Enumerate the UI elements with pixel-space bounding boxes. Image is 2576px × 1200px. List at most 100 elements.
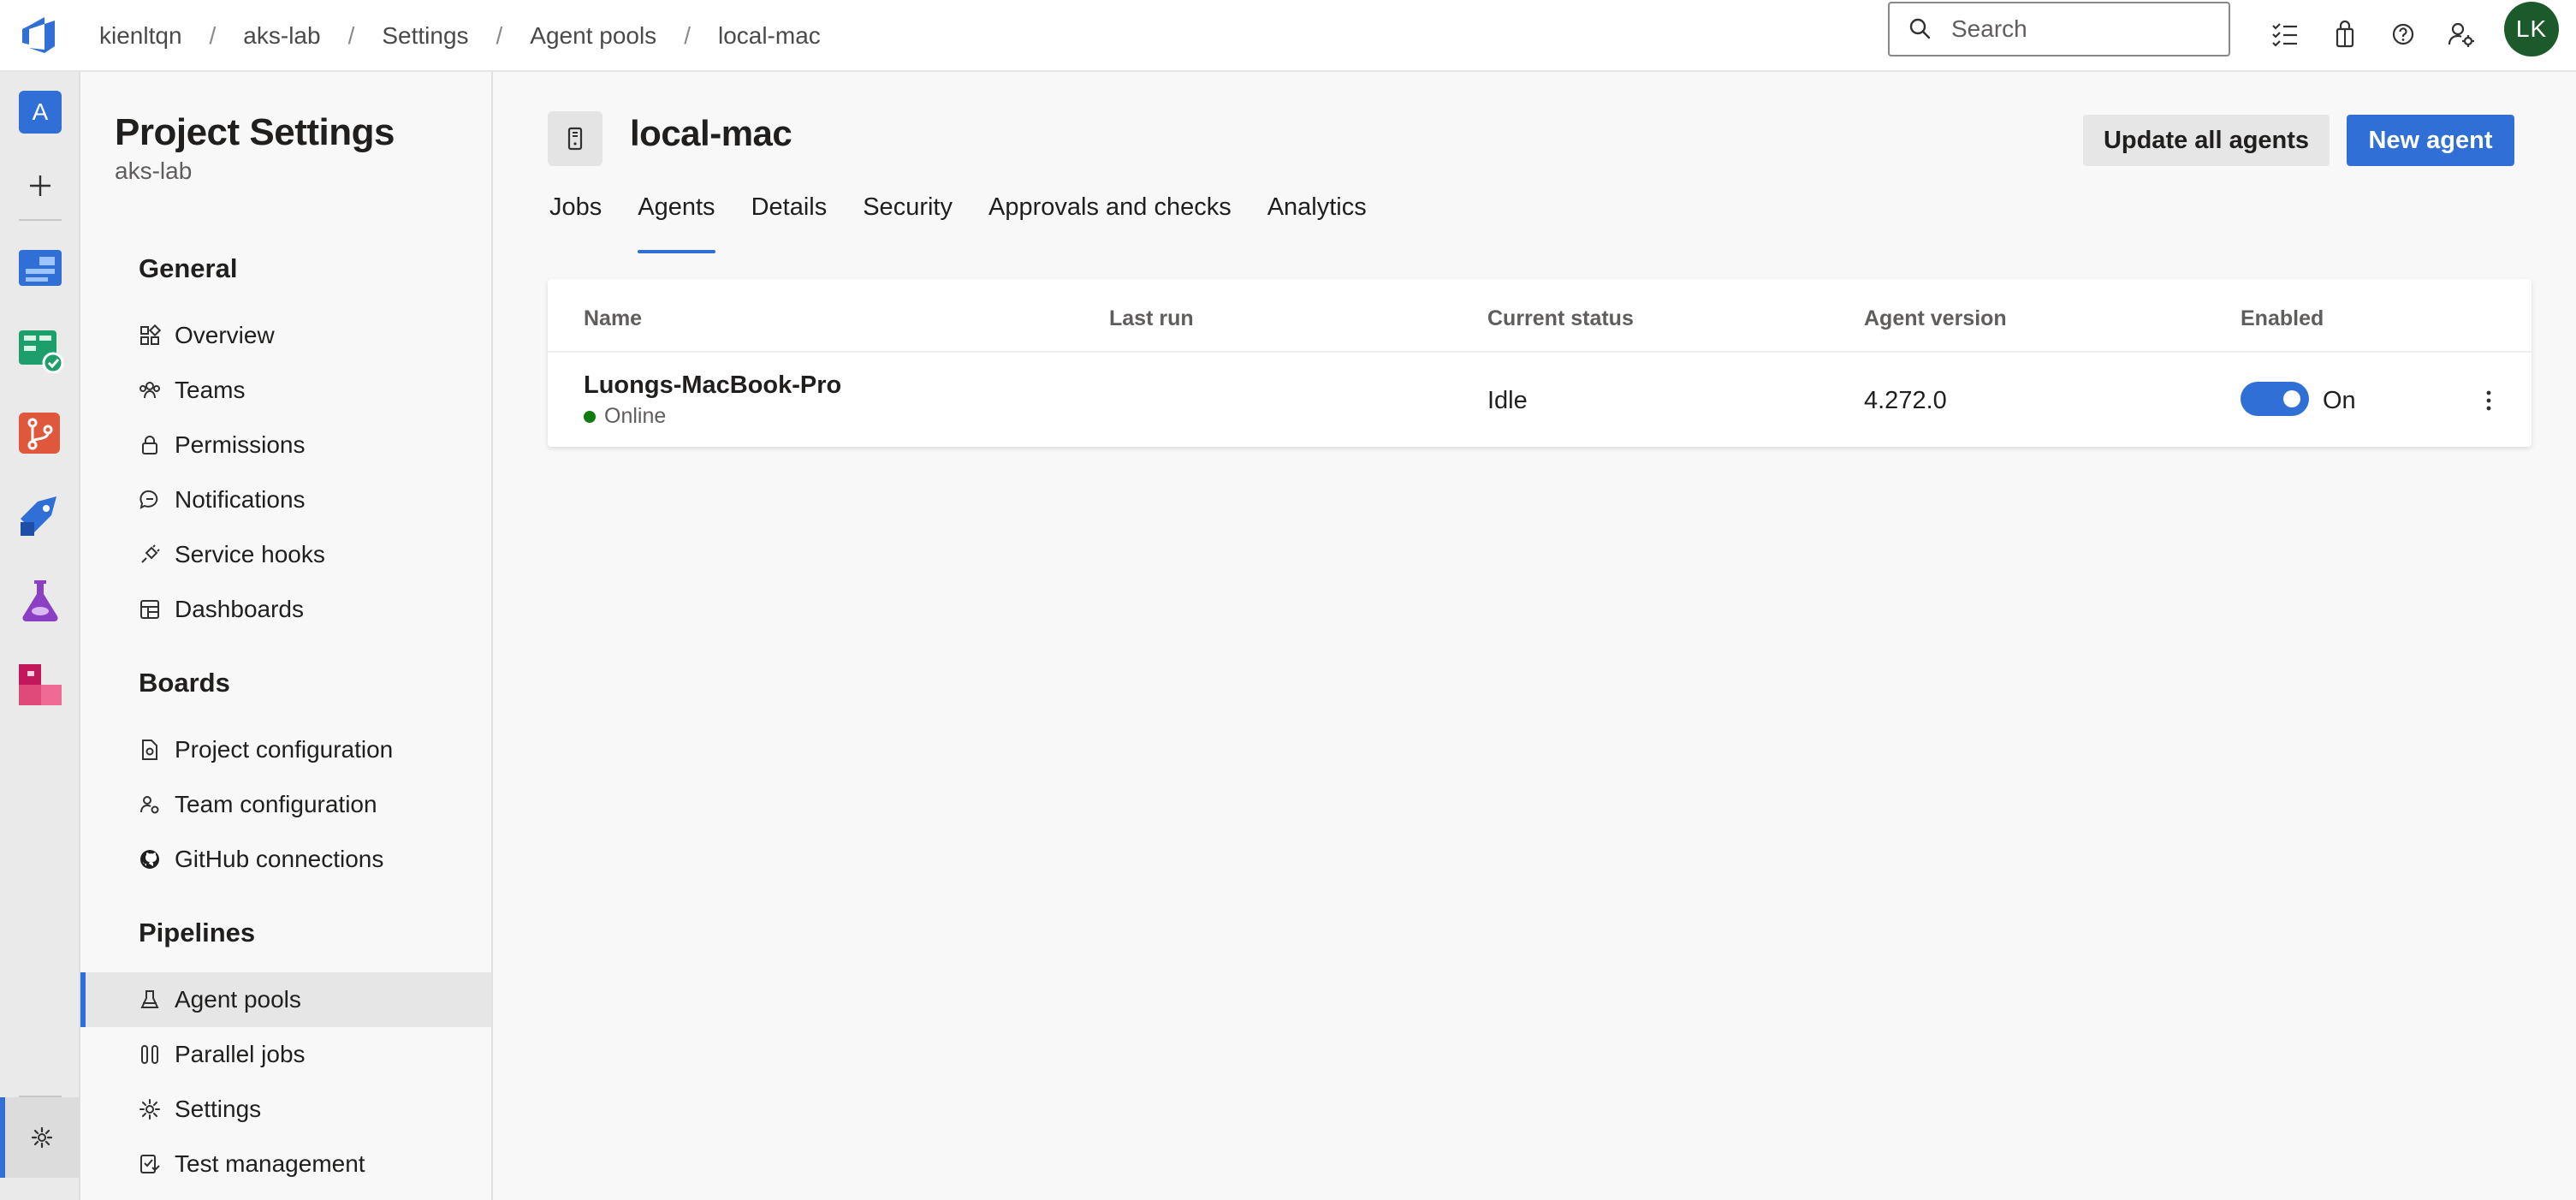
pool-tabs: Jobs Agents Details Security Approvals a… [549, 193, 1403, 253]
breadcrumb-org[interactable]: kienltqn [99, 22, 182, 50]
search-icon [1909, 18, 1931, 39]
test-plans-icon[interactable] [17, 577, 63, 623]
sidebar-item-label: Overview [175, 322, 275, 348]
agent-version: 4.272.0 [1864, 387, 1947, 414]
group-heading-boards: Boards [139, 668, 230, 698]
plug-icon [141, 544, 160, 563]
tab-analytics[interactable]: Analytics [1267, 193, 1367, 253]
agent-enabled-toggle[interactable] [2241, 382, 2309, 416]
device-icon [567, 127, 583, 151]
breadcrumb-separator: / [684, 22, 691, 49]
column-header-name[interactable]: Name [584, 306, 642, 331]
rail-divider [19, 219, 62, 221]
breadcrumb-settings[interactable]: Settings [382, 22, 468, 50]
column-header-last-run[interactable]: Last run [1109, 306, 1194, 331]
group-heading-general: General [139, 253, 238, 283]
column-header-agent-version[interactable]: Agent version [1864, 306, 2007, 331]
pipelines-icon[interactable] [17, 493, 63, 539]
test-checklist-icon [140, 1155, 160, 1173]
tab-security[interactable]: Security [863, 193, 953, 253]
column-header-enabled[interactable]: Enabled [2241, 306, 2324, 331]
more-vertical-icon [2486, 390, 2491, 411]
help-icon[interactable] [2386, 17, 2420, 51]
agent-enabled-label: On [2323, 387, 2356, 414]
github-icon [140, 850, 159, 869]
status-dot-icon [584, 410, 596, 423]
user-settings-icon[interactable] [2444, 17, 2478, 51]
breadcrumb: kienltqn / aks-lab / Settings / Agent po… [99, 0, 821, 72]
sidebar-item-label: Test management [175, 1150, 365, 1177]
sidebar-item-overview[interactable]: Overview [80, 308, 491, 363]
agents-table: Name Last run Current status Agent versi… [548, 279, 2531, 447]
user-avatar[interactable]: LK [2504, 2, 2559, 56]
sidebar-item-label: Teams [175, 377, 246, 403]
artifacts-icon[interactable] [17, 661, 63, 707]
search-input[interactable] [1951, 15, 2208, 43]
parallel-bars-icon [141, 1045, 158, 1064]
sidebar-item-label: Dashboards [175, 596, 304, 622]
tab-approvals-and-checks[interactable]: Approvals and checks [988, 193, 1232, 253]
group-heading-pipelines: Pipelines [139, 918, 256, 948]
search-box[interactable] [1888, 2, 2230, 56]
breadcrumb-separator: / [347, 22, 355, 49]
sidebar-item-notifications[interactable]: Notifications [80, 472, 491, 527]
sidebar-item-agent-pools[interactable]: Agent pools [80, 972, 491, 1027]
sidebar-item-test-management[interactable]: Test management [80, 1137, 491, 1191]
table-row[interactable]: Luongs-MacBook-Pro Online Idle 4.272.0 O… [548, 351, 2531, 447]
add-icon[interactable] [17, 163, 63, 209]
breadcrumb-project[interactable]: aks-lab [243, 22, 320, 50]
more-actions-button[interactable] [2472, 383, 2506, 418]
sidebar-item-label: Notifications [175, 486, 306, 513]
team-gear-icon [140, 796, 159, 814]
tab-details[interactable]: Details [751, 193, 828, 253]
tab-agents[interactable]: Agents [638, 193, 715, 253]
toggle-knob [2283, 390, 2300, 407]
org-avatar[interactable]: A [19, 91, 62, 134]
app-root: kienltqn / aks-lab / Settings / Agent po… [0, 0, 2576, 1200]
agent-state-label: Online [604, 404, 667, 428]
sidebar-item-github-connections[interactable]: GitHub connections [80, 832, 491, 887]
repos-icon[interactable] [17, 411, 63, 457]
sidebar-item-permissions[interactable]: Permissions [80, 418, 491, 472]
dashboard-icon [140, 600, 159, 619]
sidebar-item-label: Project configuration [175, 736, 394, 763]
sidebar-item-project-configuration[interactable]: Project configuration [80, 722, 491, 777]
settings-sidebar: Project Settings aks-lab General Overvie… [80, 72, 493, 1200]
breadcrumb-separator: / [496, 22, 503, 49]
pool-icon [548, 111, 602, 166]
sidebar-item-label: Team configuration [175, 791, 377, 817]
chat-bubble-icon [139, 490, 158, 509]
sidebar-item-settings[interactable]: Settings [80, 1082, 491, 1137]
overview-icon[interactable] [17, 245, 63, 291]
marketplace-bag-icon[interactable] [2328, 17, 2362, 51]
new-agent-button[interactable]: New agent [2347, 115, 2514, 166]
teams-icon [139, 382, 160, 399]
sidebar-item-label: GitHub connections [175, 846, 384, 872]
breadcrumb-agent-pools[interactable]: Agent pools [530, 22, 656, 50]
agent-online-status: Online [584, 404, 666, 429]
agent-name[interactable]: Luongs-MacBook-Pro [584, 371, 841, 400]
sidebar-item-dashboards[interactable]: Dashboards [80, 582, 491, 637]
sidebar-item-parallel-jobs[interactable]: Parallel jobs [80, 1027, 491, 1082]
column-header-current-status[interactable]: Current status [1487, 306, 1634, 331]
sidebar-item-service-hooks[interactable]: Service hooks [80, 527, 491, 582]
boards-icon[interactable] [17, 327, 63, 373]
breadcrumb-pool[interactable]: local-mac [718, 22, 821, 50]
sidebar-title: Project Settings [115, 111, 395, 153]
project-settings-button[interactable] [0, 1097, 79, 1178]
sidebar-item-label: Permissions [175, 431, 306, 458]
sidebar-item-label: Service hooks [175, 541, 325, 567]
update-all-agents-button[interactable]: Update all agents [2083, 115, 2330, 166]
sidebar-item-team-configuration[interactable]: Team configuration [80, 777, 491, 832]
task-list-icon[interactable] [2268, 17, 2302, 51]
page-title: local-mac [630, 113, 792, 153]
top-bar: kienltqn / aks-lab / Settings / Agent po… [0, 0, 2576, 72]
tab-jobs[interactable]: Jobs [549, 193, 602, 253]
sidebar-item-label: Agent pools [175, 986, 301, 1013]
breadcrumb-separator: / [209, 22, 217, 49]
sidebar-subtitle: aks-lab [115, 157, 193, 184]
azure-devops-logo[interactable] [19, 12, 60, 55]
lock-icon [142, 436, 157, 454]
app-rail: A [0, 72, 80, 1200]
sidebar-item-teams[interactable]: Teams [80, 363, 491, 418]
